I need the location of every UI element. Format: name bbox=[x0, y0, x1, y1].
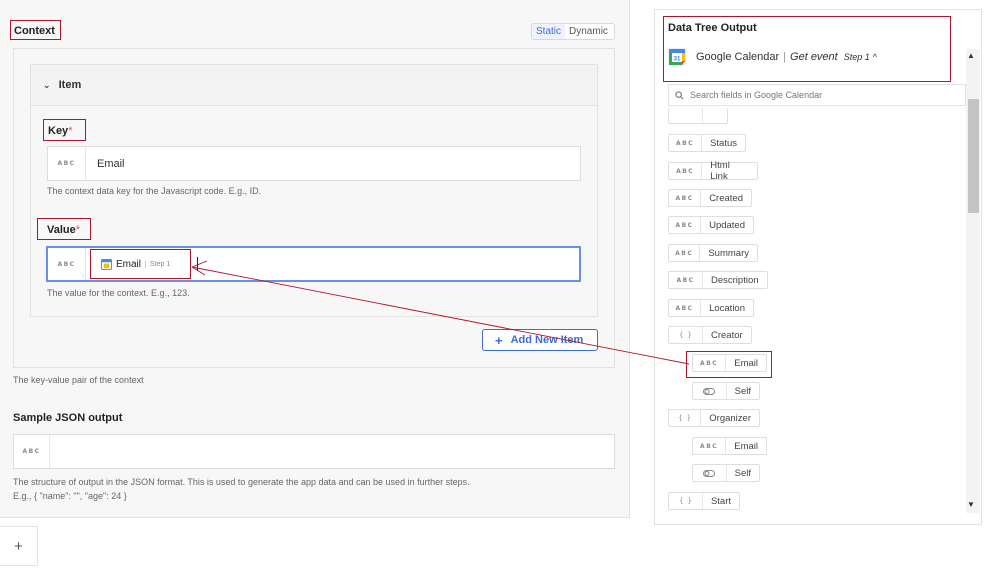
scroll-down-arrow-icon[interactable]: ▼ bbox=[967, 500, 975, 509]
object-type-icon: { } bbox=[669, 493, 703, 509]
key-label: Key* bbox=[43, 119, 86, 141]
search-icon bbox=[675, 90, 684, 99]
text-cursor bbox=[197, 257, 198, 271]
source-separator: | bbox=[783, 51, 787, 63]
field-label: Creator bbox=[711, 329, 743, 341]
text-type-icon: ABC bbox=[669, 272, 703, 288]
add-step-button[interactable]: + bbox=[0, 526, 38, 566]
sample-help-line1: The structure of output in the JSON form… bbox=[13, 477, 470, 487]
field-description[interactable]: ABC Description bbox=[668, 271, 768, 289]
sample-json-label: Sample JSON output bbox=[13, 412, 123, 424]
chevron-down-icon: ⌄ bbox=[43, 80, 51, 90]
field-creator-self[interactable]: Self bbox=[692, 382, 760, 400]
required-mark: * bbox=[75, 224, 81, 236]
text-type-icon: ABC bbox=[669, 190, 702, 206]
text-type-icon: ABC bbox=[48, 248, 86, 280]
pair-help-text: The key-value pair of the context bbox=[13, 375, 144, 385]
sample-json-input[interactable]: ABC bbox=[13, 434, 615, 469]
sample-help-text: The structure of output in the JSON form… bbox=[13, 475, 573, 503]
field-summary[interactable]: ABC Summary bbox=[668, 244, 758, 262]
plus-icon: + bbox=[495, 332, 503, 348]
field-label: Self bbox=[734, 385, 751, 397]
text-type-icon: ABC bbox=[693, 438, 727, 454]
search-placeholder: Search fields in Google Calendar bbox=[690, 90, 823, 100]
google-calendar-icon bbox=[101, 258, 112, 270]
object-type-icon: { } bbox=[669, 327, 703, 343]
field-start[interactable]: { } Start bbox=[668, 492, 740, 510]
source-app-name: Google Calendar bbox=[696, 51, 780, 63]
sample-help-line2: E.g., { "name": "", "age": 24 } bbox=[13, 491, 127, 501]
boolean-toggle-icon bbox=[693, 383, 727, 399]
field-organizer[interactable]: { } Organizer bbox=[668, 409, 760, 427]
scroll-up-arrow-icon[interactable]: ▲ bbox=[967, 51, 975, 60]
scrollbar-thumb[interactable] bbox=[968, 99, 979, 213]
field-created[interactable]: ABC Created bbox=[668, 189, 752, 207]
text-type-icon: ABC bbox=[48, 147, 86, 180]
chip-step: Step 1 bbox=[145, 260, 170, 268]
add-new-item-button[interactable]: + Add New Item bbox=[482, 329, 598, 351]
value-label-text: Value bbox=[47, 224, 76, 236]
field-label: Summary bbox=[708, 247, 749, 259]
boolean-toggle-icon bbox=[693, 465, 727, 481]
field-label: Created bbox=[709, 192, 743, 204]
text-type-icon: ABC bbox=[669, 135, 703, 151]
key-help-text: The context data key for the Javascript … bbox=[47, 186, 262, 196]
field-label: Updated bbox=[709, 219, 745, 231]
text-type-icon: ABC bbox=[669, 245, 701, 261]
item-title: Item bbox=[58, 79, 82, 91]
text-type-icon: ABC bbox=[669, 300, 702, 316]
field-label: Self bbox=[734, 467, 751, 479]
static-dynamic-toggle[interactable]: Static Dynamic bbox=[531, 23, 615, 40]
field-label: Location bbox=[709, 302, 745, 314]
required-mark: * bbox=[68, 125, 73, 137]
field-location[interactable]: ABC Location bbox=[668, 299, 754, 317]
key-input-value[interactable]: Email bbox=[86, 158, 125, 170]
field-creator[interactable]: { } Creator bbox=[668, 326, 752, 344]
context-section-label: Context bbox=[10, 20, 61, 40]
field-label: Status bbox=[710, 137, 737, 149]
add-new-item-label: Add New Item bbox=[510, 334, 584, 346]
field-organizer-self[interactable]: Self bbox=[692, 464, 760, 482]
field-label: Organizer bbox=[709, 412, 751, 424]
source-event: Get event bbox=[790, 51, 838, 63]
field-search-input[interactable]: Search fields in Google Calendar bbox=[668, 84, 966, 106]
text-type-icon bbox=[669, 108, 703, 123]
email-variable-chip[interactable]: Email Step 1 bbox=[90, 249, 191, 279]
data-tree-header: Data Tree Output 31 Google Calendar | Ge… bbox=[663, 16, 951, 82]
item-header[interactable]: ⌄ Item bbox=[31, 65, 597, 106]
data-tree-title: Data Tree Output bbox=[668, 22, 757, 34]
dynamic-option[interactable]: Dynamic bbox=[565, 26, 612, 37]
chip-label: Email bbox=[116, 258, 142, 270]
value-help-text: The value for the context. E.g., 123. bbox=[47, 288, 190, 298]
field-label: Email bbox=[734, 440, 758, 452]
field-status[interactable]: ABC Status bbox=[668, 134, 746, 152]
field-label: Html Link bbox=[710, 160, 730, 182]
field-item-clipped[interactable] bbox=[668, 108, 728, 124]
creator-email-highlight bbox=[686, 351, 772, 378]
field-organizer-email[interactable]: ABC Email bbox=[692, 437, 767, 455]
chevron-up-icon[interactable]: ^ bbox=[873, 52, 877, 62]
text-type-icon: ABC bbox=[669, 217, 702, 233]
object-type-icon: { } bbox=[669, 410, 702, 426]
text-type-icon: ABC bbox=[14, 435, 50, 468]
key-label-text: Key bbox=[48, 125, 69, 137]
source-selector[interactable]: 31 Google Calendar | Get event Step 1 ^ bbox=[668, 48, 877, 66]
value-label: Value* bbox=[37, 218, 91, 240]
field-updated[interactable]: ABC Updated bbox=[668, 216, 754, 234]
field-html-link[interactable]: ABC Html Link bbox=[668, 160, 758, 182]
google-calendar-icon: 31 bbox=[668, 48, 686, 66]
value-input[interactable]: ABC Email Step 1 bbox=[46, 246, 581, 282]
static-option[interactable]: Static bbox=[532, 24, 566, 39]
field-label: Description bbox=[711, 274, 759, 286]
key-input[interactable]: ABC Email bbox=[47, 146, 581, 181]
source-step: Step 1 bbox=[843, 52, 870, 62]
field-label: Start bbox=[710, 495, 731, 507]
svg-text:31: 31 bbox=[674, 57, 681, 63]
text-type-icon: ABC bbox=[669, 163, 703, 179]
